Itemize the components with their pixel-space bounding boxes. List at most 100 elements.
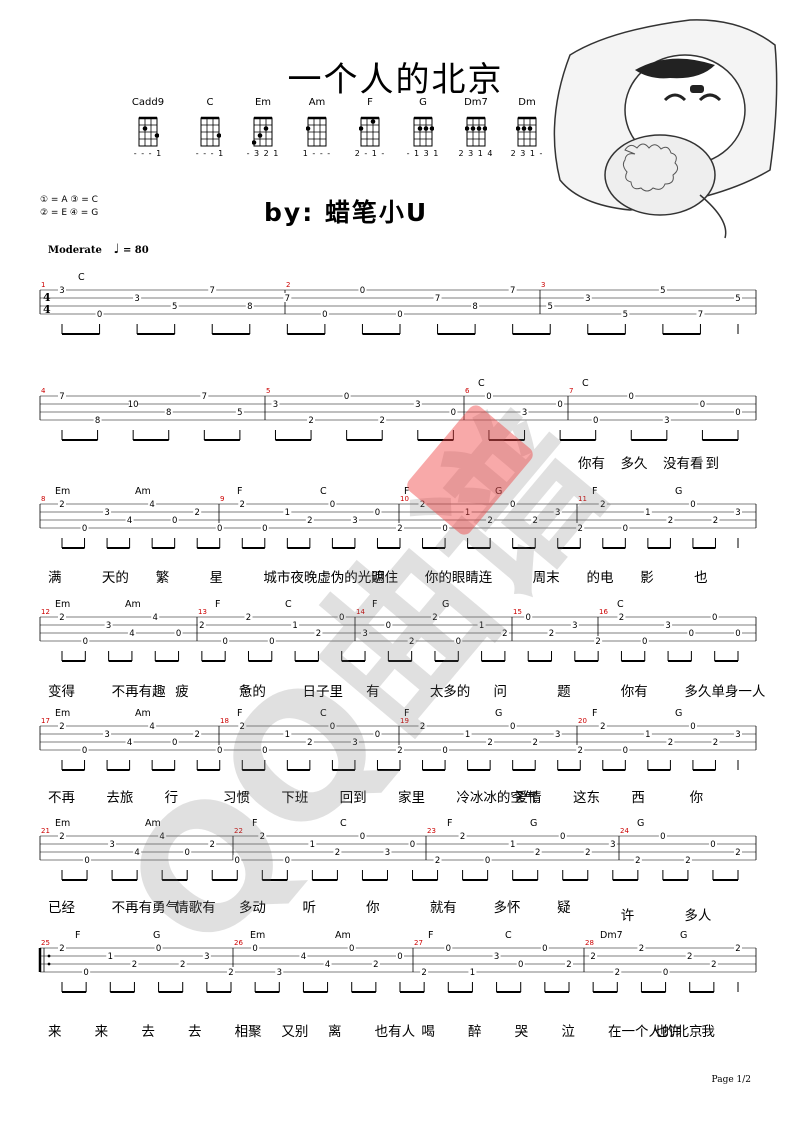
fret-number: 5: [237, 408, 242, 418]
lyric-text: 疲: [175, 684, 189, 700]
fret-number: 7: [698, 310, 703, 320]
lyric-text: 这东: [573, 790, 600, 806]
fret-number: 0: [510, 500, 515, 510]
lyric-text: 繁: [155, 570, 170, 586]
fret-number: 0: [217, 746, 222, 756]
fret-number: 2: [668, 738, 673, 748]
lyric-text: 多动: [238, 900, 266, 916]
fret-number: 2: [735, 944, 740, 954]
fret-number: 0: [557, 400, 562, 410]
fret-number: 1: [465, 508, 470, 518]
fret-number: 0: [451, 408, 456, 418]
page-number: Page 1/2: [711, 1075, 751, 1085]
fret-number: 2: [409, 637, 414, 647]
measure-number: 25: [41, 939, 50, 947]
fret-number: 2: [59, 944, 64, 954]
fret-number: 5: [172, 302, 177, 312]
fret-number: 2: [199, 621, 204, 631]
fret-number: 1: [510, 840, 515, 850]
fret-number: 0: [629, 392, 634, 402]
lyric-text: 泣: [561, 1024, 575, 1040]
fret-number: 0: [386, 621, 391, 631]
lyric-text: 遮住: [371, 570, 399, 586]
lyric-text: 问: [493, 684, 507, 700]
chord-label: C: [505, 930, 512, 941]
chord-label: F: [428, 930, 433, 941]
fret-number: 0: [623, 524, 628, 534]
lyric-text: 又别: [281, 1024, 309, 1040]
chord-label: F: [252, 818, 257, 829]
lyric-text: 到: [705, 456, 720, 472]
fret-number: 3: [735, 508, 740, 518]
fret-number: 0: [442, 746, 447, 756]
lyric-text: 多人: [684, 908, 712, 924]
fret-number: 0: [360, 286, 365, 296]
chord-label: G: [637, 818, 644, 829]
fret-number: 0: [690, 500, 695, 510]
fret-number: 0: [222, 637, 227, 647]
lyric-text: 我: [701, 1024, 715, 1040]
fret-number: 5: [735, 294, 740, 304]
fret-number: 1: [645, 508, 650, 518]
fret-number: 2: [432, 613, 437, 623]
lyric-text: 喝: [421, 1024, 435, 1040]
fret-number: 0: [83, 968, 88, 978]
fret-number: 0: [712, 613, 717, 623]
lyric-text: 醉: [468, 1024, 482, 1040]
fret-number: 0: [285, 856, 290, 866]
chord-label: C: [78, 272, 85, 283]
fret-number: 4: [129, 629, 134, 639]
lyric-text: 太多的: [429, 684, 471, 700]
fret-number: 10: [128, 400, 139, 410]
fret-number: 2: [687, 952, 692, 962]
fret-number: 4: [301, 952, 306, 962]
measure-number: 11: [578, 495, 587, 503]
fret-number: 2: [260, 832, 265, 842]
fret-number: 3: [273, 400, 278, 410]
fret-number: 0: [339, 613, 344, 623]
fret-number: 2: [59, 832, 64, 842]
fret-number: 1: [645, 730, 650, 740]
fret-number: 1: [285, 730, 290, 740]
fret-number: 2: [240, 722, 245, 732]
fret-number: 2: [578, 524, 583, 534]
lyric-text: 没有看: [663, 456, 704, 472]
fret-number: 4: [153, 613, 158, 623]
lyric-text: 多久: [620, 456, 648, 472]
fret-number: 0: [525, 613, 530, 623]
lyric-text: 变得: [48, 684, 75, 700]
measure-number: 22: [234, 827, 243, 835]
fret-number: 0: [97, 310, 102, 320]
fret-number: 3: [610, 840, 615, 850]
lyric-text: 周末: [532, 570, 560, 586]
fret-number: 8: [247, 302, 252, 312]
fret-number: 2: [435, 856, 440, 866]
fret-number: 2: [595, 637, 600, 647]
chord-label: F: [592, 486, 597, 497]
chord-label: Dm7: [600, 930, 623, 941]
fret-number: 3: [664, 416, 669, 426]
fret-number: 0: [510, 722, 515, 732]
lyric-text: 去: [141, 1024, 155, 1040]
measure-number: 27: [414, 939, 423, 947]
lyric-text: 多怀: [493, 900, 521, 916]
fret-number: 3: [585, 294, 590, 304]
fret-number: 0: [442, 524, 447, 534]
fret-number: 4: [127, 516, 132, 526]
fret-number: 0: [410, 840, 415, 850]
fret-number: 5: [660, 286, 665, 296]
lyric-text: 疑: [557, 900, 571, 916]
fret-number: 4: [149, 722, 154, 732]
fret-number: 2: [460, 832, 465, 842]
fret-number: 0: [375, 508, 380, 518]
lyric-text: 你有: [578, 456, 605, 472]
fret-number: 0: [486, 392, 491, 402]
measure-number: 17: [41, 717, 50, 725]
lyric-text: 星: [209, 570, 224, 586]
measure-number: 18: [220, 717, 229, 725]
fret-number: 3: [106, 621, 111, 631]
chord-label: F: [404, 708, 409, 719]
lyric-text: 惫的: [238, 684, 266, 700]
fret-number: 2: [420, 722, 425, 732]
measure-number: 28: [585, 939, 594, 947]
